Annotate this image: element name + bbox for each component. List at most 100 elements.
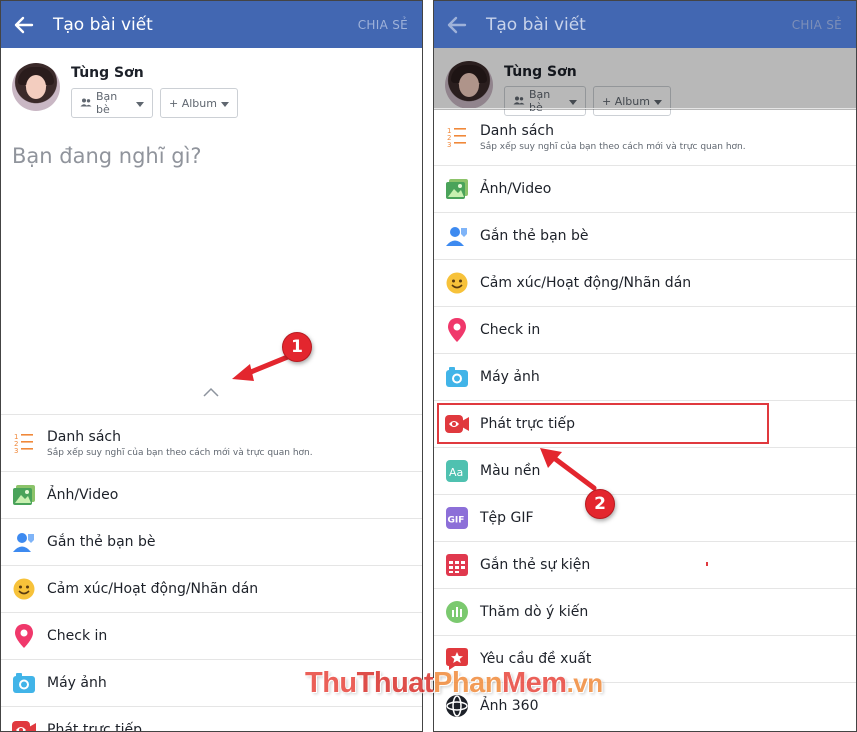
- option-text: Danh sách Sắp xếp suy nghĩ của bạn theo c…: [480, 123, 746, 152]
- header-title: Tạo bài viết: [53, 14, 153, 35]
- post-option-tag-friends[interactable]: Gắn thẻ bạn bè: [434, 212, 856, 259]
- svg-text:3: 3: [14, 447, 18, 454]
- photo-icon: [434, 179, 480, 199]
- album-label: + Album: [169, 96, 217, 110]
- stray-mark: [706, 562, 708, 566]
- post-option-emoji[interactable]: Cảm xúc/Hoạt động/Nhãn dán: [434, 259, 856, 306]
- post-option-live-video[interactable]: Phát trực tiếp: [1, 706, 422, 731]
- option-label: Máy ảnh: [47, 675, 107, 691]
- share-button[interactable]: CHIA SẺ: [358, 18, 408, 32]
- post-option-camera[interactable]: Máy ảnh: [434, 353, 856, 400]
- camera-icon: [434, 367, 480, 387]
- caret-down-icon: [220, 97, 229, 110]
- right-phone-screen: Tạo bài viết CHIA SẺ Tùng Sơn Bạn bè + A…: [433, 0, 857, 732]
- option-label: Thăm dò ý kiến: [480, 604, 589, 620]
- poll-icon: [434, 601, 480, 623]
- option-text: Ảnh 360: [480, 698, 539, 714]
- option-label: Máy ảnh: [480, 369, 540, 385]
- tag-friends-icon: [1, 531, 47, 553]
- svg-text:GIF: GIF: [448, 516, 465, 526]
- emoji-icon: [1, 578, 47, 600]
- list-icon: 123: [1, 432, 47, 454]
- step-badge-1: 1: [282, 332, 312, 362]
- share-button[interactable]: CHIA SẺ: [792, 18, 842, 32]
- post-option-location-pin[interactable]: Check in: [1, 612, 422, 659]
- option-label: Tệp GIF: [480, 510, 534, 526]
- option-label: Cảm xúc/Hoạt động/Nhãn dán: [47, 581, 259, 597]
- highlight-live-option: [437, 403, 769, 444]
- svg-text:3: 3: [447, 141, 451, 148]
- photo-icon: [1, 485, 47, 505]
- option-description: Sắp xếp suy nghĩ của bạn theo cách mới v…: [480, 141, 746, 152]
- option-text: Yêu cầu đề xuất: [480, 651, 591, 667]
- post-text-placeholder[interactable]: Bạn đang nghĩ gì?: [12, 144, 202, 168]
- option-text: Cảm xúc/Hoạt động/Nhãn dán: [480, 275, 691, 291]
- option-text: Cảm xúc/Hoạt động/Nhãn dán: [47, 581, 258, 597]
- post-option-photo[interactable]: Ảnh/Video: [1, 471, 422, 518]
- option-label: Cảm xúc/Hoạt động/Nhãn dán: [480, 275, 692, 291]
- post-option-emoji[interactable]: Cảm xúc/Hoạt động/Nhãn dán: [1, 565, 422, 612]
- back-arrow-icon[interactable]: [434, 1, 480, 48]
- option-text: Phát trực tiếp: [47, 722, 142, 731]
- annotation-arrow-2: [540, 448, 597, 491]
- post-option-list[interactable]: 1 2 3 Danh sách Sắp xếp suy nghĩ của bạn the…: [434, 108, 856, 165]
- option-text: Ảnh/Video: [47, 487, 118, 503]
- option-label: Gắn thẻ bạn bè: [47, 534, 156, 550]
- post-option-gif[interactable]: GIF Tệp GIF: [434, 494, 856, 541]
- step-badge-2: 2: [585, 489, 615, 519]
- user-name: Tùng Sơn: [71, 65, 144, 81]
- watermark-phan: Phan: [433, 667, 502, 699]
- watermark-mem: Mem: [502, 667, 567, 699]
- option-text: Máy ảnh: [47, 675, 107, 691]
- audience-label: Bạn bè: [96, 90, 118, 116]
- location-pin-icon: [434, 318, 480, 342]
- camera-icon: [1, 673, 47, 693]
- option-text: Check in: [480, 322, 540, 338]
- watermark-thu: Thu: [305, 667, 357, 699]
- option-text: Tệp GIF: [480, 510, 534, 526]
- option-label: Ảnh/Video: [47, 487, 119, 503]
- avatar: [12, 63, 60, 111]
- app-header: Tạo bài viết CHIA SẺ: [1, 1, 422, 48]
- watermark-thuat: Thuat: [356, 667, 434, 699]
- friends-icon: [80, 97, 92, 110]
- background-color-icon: Aa: [434, 460, 480, 482]
- location-pin-icon: [1, 624, 47, 648]
- option-text: Máy ảnh: [480, 369, 540, 385]
- post-option-background-color[interactable]: Aa Màu nền: [434, 447, 856, 494]
- post-option-photo[interactable]: Ảnh/Video: [434, 165, 856, 212]
- option-label: Màu nền: [480, 463, 541, 479]
- option-label: Check in: [47, 628, 108, 644]
- svg-text:Aa: Aa: [449, 466, 463, 479]
- watermark-vn: .vn: [566, 668, 604, 698]
- option-label: Gắn thẻ sự kiện: [480, 557, 591, 573]
- option-text: Check in: [47, 628, 107, 644]
- back-arrow-icon[interactable]: [1, 1, 47, 48]
- post-option-location-pin[interactable]: Check in: [434, 306, 856, 353]
- post-option-tag-friends[interactable]: Gắn thẻ bạn bè: [1, 518, 422, 565]
- option-text: Gắn thẻ bạn bè: [480, 228, 588, 244]
- composer-area[interactable]: Tùng Sơn Bạn bè + Album Bạn đang nghĩ gì…: [1, 48, 422, 308]
- audience-selector[interactable]: Bạn bè: [71, 88, 153, 118]
- live-video-icon: [1, 721, 47, 731]
- option-label: Ảnh/Video: [480, 181, 552, 197]
- post-option-list[interactable]: 1 2 3 Danh sách Sắp xếp suy nghĩ của bạn the…: [1, 414, 422, 471]
- list-icon: 123: [434, 126, 480, 148]
- option-label: Danh sách: [480, 122, 554, 139]
- option-text: Thăm dò ý kiến: [480, 604, 588, 620]
- tag-friends-icon: [434, 225, 480, 247]
- event-calendar-icon: [434, 554, 480, 576]
- dim-overlay: [434, 48, 856, 110]
- option-text: Ảnh/Video: [480, 181, 551, 197]
- post-option-event-calendar[interactable]: Gắn thẻ sự kiện: [434, 541, 856, 588]
- option-label: Danh sách: [47, 428, 121, 445]
- chevron-up-icon[interactable]: [202, 383, 220, 397]
- option-text: Danh sách Sắp xếp suy nghĩ của bạn theo c…: [47, 429, 313, 458]
- album-selector[interactable]: + Album: [160, 88, 238, 118]
- left-phone-screen: Tạo bài viết CHIA SẺ Tùng Sơn Bạn bè + A…: [0, 0, 423, 732]
- option-description: Sắp xếp suy nghĩ của bạn theo cách mới v…: [47, 447, 313, 458]
- option-label: Ảnh 360: [480, 698, 539, 714]
- emoji-icon: [434, 272, 480, 294]
- post-option-poll[interactable]: Thăm dò ý kiến: [434, 588, 856, 635]
- watermark: ThuThuatPhanMem.vn: [305, 667, 603, 700]
